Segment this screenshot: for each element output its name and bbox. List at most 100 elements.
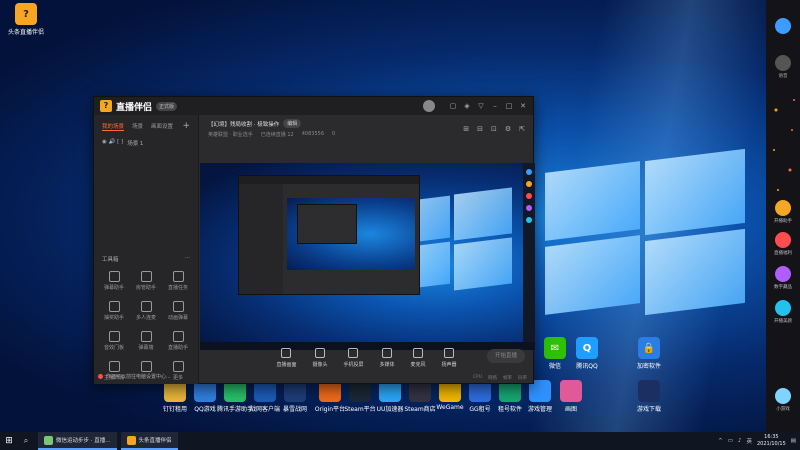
notification-icon[interactable]: ▤ — [791, 438, 796, 444]
monitor-icon — [281, 348, 292, 358]
maximize-icon[interactable]: □ — [505, 102, 513, 110]
input-language[interactable]: 英 — [746, 437, 752, 445]
toolbox-item[interactable]: 弹幕助手 — [98, 271, 130, 291]
live-companion-icon — [126, 435, 136, 445]
desktop-icon[interactable]: 画图 — [547, 380, 595, 413]
sidebar-icon — [775, 55, 791, 71]
gift-icon[interactable]: ◈ — [463, 102, 471, 110]
version-badge[interactable]: 正式版 — [156, 101, 178, 111]
desktop-icon[interactable]: Q 腾讯QQ — [563, 337, 611, 370]
settings-icon[interactable]: ⚙ — [505, 125, 511, 133]
scene-label: 场景 1 — [127, 141, 144, 147]
tray-chevron-icon[interactable]: ^ — [718, 438, 723, 444]
sidebar-icon — [775, 232, 791, 248]
edit-title-button[interactable]: 编辑 — [283, 119, 302, 128]
tab-scenes[interactable]: 场景 — [132, 122, 143, 130]
sidebar-item[interactable]: 开播美颜 — [766, 300, 800, 324]
tool-icon — [108, 271, 120, 282]
tool-icon — [140, 331, 152, 342]
grid-icon[interactable]: ⊟ — [477, 125, 483, 133]
app-name: 直播伴侣 — [116, 102, 153, 113]
source-media-button[interactable]: 多媒体 — [380, 348, 395, 368]
close-icon[interactable]: ✕ — [519, 102, 527, 110]
toolbox-title: 工具箱 — [102, 257, 119, 263]
nested-app-window — [238, 175, 420, 295]
sidebar-item[interactable]: 数字藏品 — [766, 266, 800, 290]
live-companion-window[interactable]: ? 直播伴侣 正式版 ▢ ◈ ▽ – □ ✕ 我的场景 场景 画面设置 + ◉ … — [93, 96, 535, 384]
toolbox-item[interactable]: 多人连麦 — [130, 301, 162, 321]
tool-icon — [140, 271, 152, 282]
sidebar-item[interactable]: 语音 — [766, 55, 800, 79]
bottom-tip[interactable]: 你还可以前往电脑设置中心... — [98, 373, 171, 380]
add-scene-icon[interactable]: + — [182, 121, 190, 131]
layout-icon[interactable]: ⊞ — [463, 125, 469, 133]
volume-icon[interactable]: ♪ — [738, 438, 742, 444]
message-icon[interactable]: ▢ — [449, 102, 457, 110]
source-toolbar: 直播画面 摄像头 手机投屏 多媒体 麦克风 扬声器 开始直播 CPU 网络 帧率… — [200, 333, 533, 383]
tool-icon — [172, 301, 184, 312]
sidebar-item[interactable] — [766, 18, 800, 36]
sidebar-item[interactable]: 小游戏 — [766, 388, 800, 412]
toolbox-item[interactable]: 房管助手 — [130, 271, 162, 291]
wechat-sports-icon — [44, 435, 53, 445]
toolbox-item[interactable]: 抽奖助手 — [98, 301, 130, 321]
network-icon[interactable]: ▭ — [728, 438, 733, 444]
share-icon[interactable]: ⇱ — [519, 125, 525, 133]
tool-icon — [108, 301, 120, 312]
tool-icon — [140, 361, 152, 372]
tool-icon — [172, 271, 184, 282]
search-icon[interactable]: ⌕ — [18, 436, 34, 446]
source-phone-button[interactable]: 手机投屏 — [343, 348, 364, 368]
microphone-button[interactable]: 麦克风 — [411, 348, 426, 368]
minimize-icon[interactable]: – — [491, 102, 499, 110]
toolbox-item[interactable]: 弹幕墙 — [130, 331, 162, 351]
live-room-title: 【幻境】残局收割 · 极致操作 — [208, 121, 280, 128]
sidebar-item[interactable]: 直播福利 — [766, 232, 800, 256]
live-preview[interactable] — [200, 163, 535, 350]
lock-icon[interactable]: ⊡ — [491, 125, 497, 133]
status-line: CPU 网络 帧率 码率 — [472, 375, 527, 381]
windows-start-icon[interactable]: ⊞ — [0, 432, 18, 450]
desktop-icon-live-companion[interactable]: ? 头条直播伴侣 — [2, 3, 50, 36]
app-icon — [560, 380, 582, 402]
sidebar-item[interactable]: 开播助手 — [766, 200, 800, 224]
desktop-icon[interactable]: 🔒 加密软件 — [625, 337, 673, 370]
user-avatar[interactable] — [423, 100, 435, 112]
tool-icon — [140, 301, 152, 312]
tab-my-scenes[interactable]: 我的场景 — [102, 122, 125, 131]
clock[interactable]: 16:35 2021/10/15 — [757, 434, 786, 448]
app-icon — [638, 380, 660, 402]
phone-cast-icon — [348, 348, 359, 358]
desktop-icon[interactable]: 游戏下载 — [625, 380, 673, 413]
camera-icon — [314, 348, 325, 358]
speaker-button[interactable]: 扬声器 — [442, 348, 457, 368]
toolbox-item[interactable]: 直播助手 — [162, 331, 194, 351]
live-duration: 已连续直播 12 — [260, 132, 294, 138]
source-camera-button[interactable]: 摄像头 — [312, 348, 327, 368]
start-live-button[interactable]: 开始直播 — [487, 349, 525, 363]
dropdown-icon[interactable]: ▽ — [477, 102, 485, 110]
task-wechat-sports[interactable]: 微信运动步步 · 直播... — [38, 432, 117, 450]
alert-icon — [98, 374, 103, 379]
toolbox-more-icon[interactable]: ⋯ — [185, 255, 191, 263]
sidebar-icon — [775, 18, 791, 34]
decoration-dots — [773, 99, 795, 191]
right-sidebar: 语音开播助手直播福利数字藏品开播美颜小游戏 — [766, 0, 800, 432]
tool-icon — [172, 331, 184, 342]
scene-item[interactable]: ◉ 🔊 [ ] 场景 1 — [94, 135, 198, 151]
toolbox-item[interactable]: 直播任务 — [162, 271, 194, 291]
system-tray: ^ ▭ ♪ 英 16:35 2021/10/15 ▤ — [718, 434, 800, 448]
live-category[interactable]: 英雄联盟 · 职业选手 — [208, 131, 253, 138]
windows-logo — [545, 148, 745, 316]
source-screen-button[interactable]: 直播画面 — [276, 348, 296, 368]
tab-display-settings[interactable]: 画面设置 — [151, 122, 173, 130]
taskbar: ⊞ ⌕ 微信运动步步 · 直播... 头条直播伴侣 ^ ▭ ♪ 英 16:35 … — [0, 432, 800, 450]
sidebar-icon — [775, 388, 791, 404]
left-panel: 我的场景 场景 画面设置 + ◉ 🔊 [ ] 场景 1 工具箱 ⋯ 弹幕助手 房管… — [94, 115, 199, 384]
toolbox-item[interactable]: 动画弹幕 — [162, 301, 194, 321]
task-live-companion[interactable]: 头条直播伴侣 — [120, 432, 178, 450]
toolbox-item[interactable]: 音效门板 — [98, 331, 130, 351]
sidebar-icon — [775, 300, 791, 316]
app-titlebar[interactable]: ? 直播伴侣 正式版 ▢ ◈ ▽ – □ ✕ — [94, 97, 533, 115]
viewer-count: 4083556 — [301, 131, 325, 137]
